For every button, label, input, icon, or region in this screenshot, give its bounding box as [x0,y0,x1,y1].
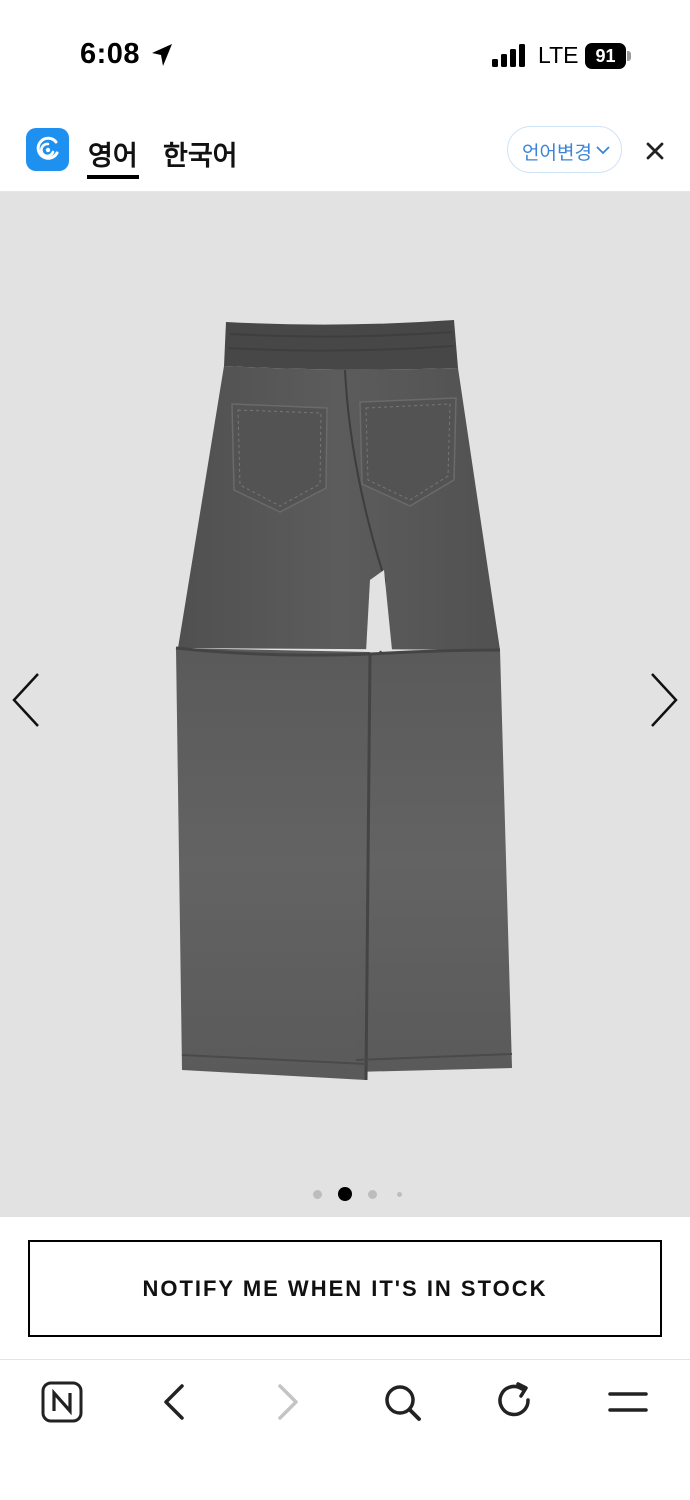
pagination-dot-4[interactable] [397,1192,402,1197]
battery-icon: 91 [585,43,631,69]
cellular-signal-icon [492,44,525,67]
close-icon[interactable] [640,136,670,166]
notify-section: NOTIFY ME WHEN IT'S IN STOCK [0,1217,690,1359]
tab-english[interactable]: 영어 [88,134,138,173]
pagination-dot-2-active[interactable] [338,1187,352,1201]
next-image-chevron-icon[interactable] [646,670,682,730]
menu-icon[interactable] [606,1380,650,1424]
pagination-dot-1[interactable] [313,1190,322,1199]
translator-logo-icon[interactable] [26,128,69,171]
search-icon[interactable] [380,1380,424,1424]
status-bar: 6:08 LTE 91 [0,0,690,108]
product-image-gallery[interactable] [0,192,690,1217]
browser-toolbar [0,1359,690,1500]
tab-korean[interactable]: 한국어 [163,134,238,173]
forward-icon[interactable] [266,1380,310,1424]
back-icon[interactable] [152,1380,196,1424]
change-language-button[interactable]: 언어변경 [507,126,622,173]
change-language-label: 언어변경 [522,143,592,164]
notify-me-button[interactable]: NOTIFY ME WHEN IT'S IN STOCK [28,1240,662,1337]
battery-level: 91 [595,46,616,66]
naver-home-icon[interactable] [40,1380,84,1424]
reload-icon[interactable] [493,1380,537,1424]
product-image-pants [175,320,513,1081]
image-pagination-dots [0,1187,690,1201]
network-type: LTE [538,42,579,68]
active-tab-indicator [87,175,139,179]
translation-bar: 영어 한국어 언어변경 [0,108,690,192]
chevron-down-icon [596,146,610,155]
previous-image-chevron-icon[interactable] [8,670,44,730]
location-arrow-icon [152,44,172,66]
status-time: 6:08 [80,38,141,70]
notify-me-label: NOTIFY ME WHEN IT'S IN STOCK [142,1275,548,1301]
pagination-dot-3[interactable] [368,1190,377,1199]
